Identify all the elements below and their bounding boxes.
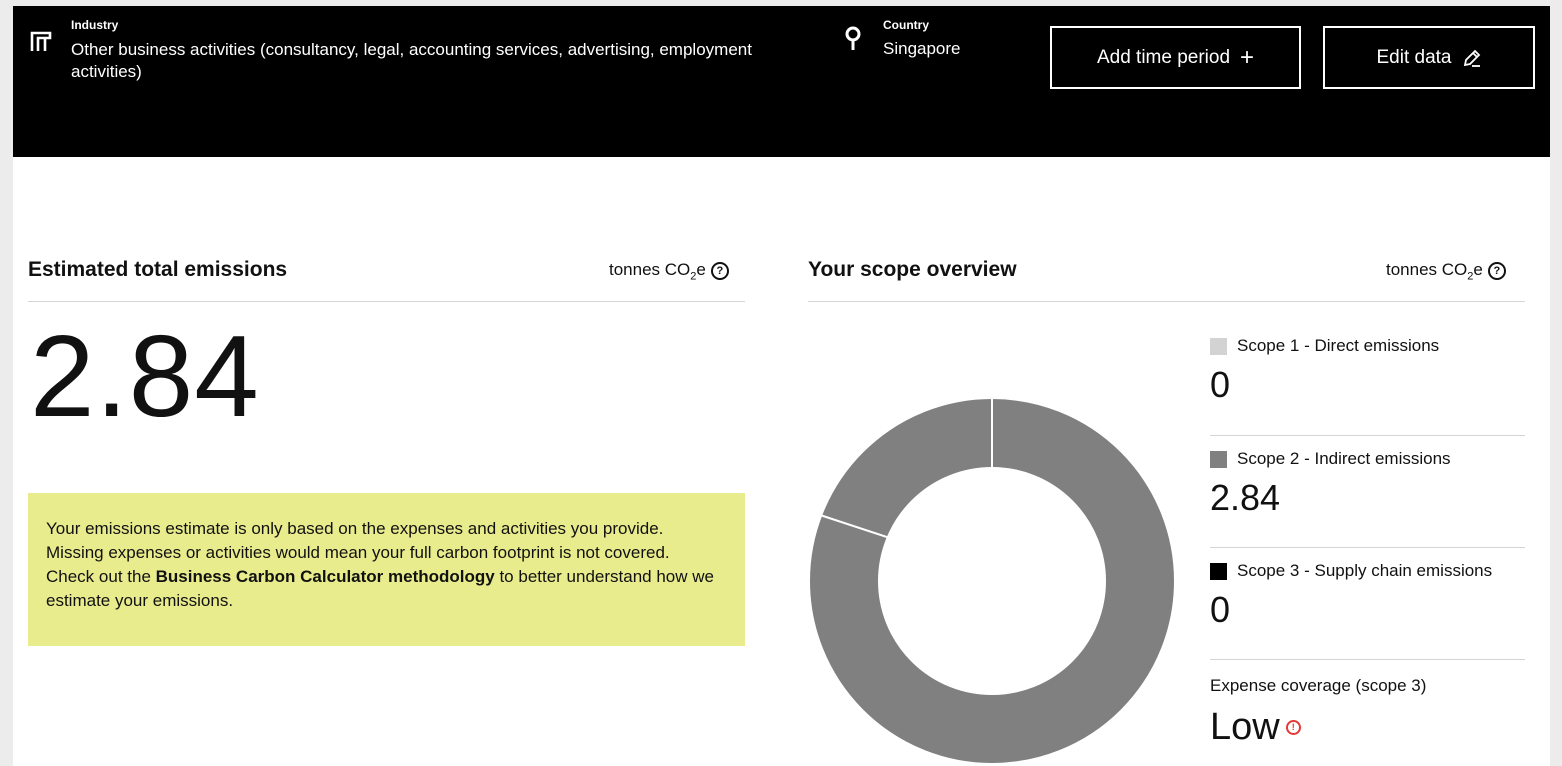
- pencil-icon: [1463, 49, 1480, 67]
- scope-1-value: 0: [1210, 364, 1231, 405]
- scope-3-value: 0: [1210, 589, 1231, 630]
- industry-value: Other business activities (consultancy, …: [71, 40, 752, 81]
- emissions-unit: tonnes CO2e ?: [609, 260, 729, 282]
- expense-coverage-value: Low: [1210, 706, 1280, 748]
- scope-1-row: Scope 1 - Direct emissions: [1210, 336, 1525, 356]
- scope-3-label: Scope 3 - Supply chain emissions: [1237, 561, 1493, 580]
- country-value: Singapore: [883, 39, 961, 58]
- scope-2-swatch: [1210, 450, 1227, 468]
- scope-title: Your scope overview: [808, 258, 1017, 281]
- industry-label: Industry: [71, 18, 119, 32]
- edit-data-label: Edit data: [1376, 46, 1452, 68]
- scope-divider-3: [1210, 659, 1525, 660]
- expense-coverage: Expense coverage (scope 3) Low !: [1210, 676, 1525, 749]
- exclamation-circle-icon[interactable]: !: [1285, 720, 1301, 735]
- scope-unit-suffix: e: [1473, 260, 1483, 279]
- scope-1-item: Scope 1 - Direct emissions 0: [1210, 336, 1525, 406]
- edit-data-button[interactable]: Edit data: [1323, 26, 1535, 89]
- add-time-period-button[interactable]: Add time period +: [1050, 26, 1301, 89]
- expense-coverage-label: Expense coverage (scope 3): [1210, 676, 1427, 695]
- scope-2-label: Scope 2 - Indirect emissions: [1237, 449, 1451, 468]
- total-emissions-value: 2.84: [30, 311, 260, 441]
- scope-unit: tonnes CO2e ?: [1386, 260, 1506, 282]
- scope-3-swatch: [1210, 562, 1227, 580]
- scope-unit-prefix: tonnes CO: [1386, 260, 1468, 279]
- header-bar: Industry Other business activities (cons…: [13, 6, 1550, 157]
- scope-1-label: Scope 1 - Direct emissions: [1237, 336, 1440, 355]
- emissions-unit-suffix: e: [696, 260, 706, 279]
- emissions-note: Your emissions estimate is only based on…: [28, 493, 745, 646]
- scope-divider: [808, 301, 1525, 302]
- country-label: Country: [883, 18, 929, 32]
- scope-3-item: Scope 3 - Supply chain emissions 0: [1210, 561, 1525, 631]
- location-pin-icon: [845, 26, 861, 50]
- plus-icon: +: [1240, 43, 1255, 71]
- question-circle-icon[interactable]: ?: [1487, 262, 1506, 281]
- scope-divider-1: [1210, 435, 1525, 436]
- scope-2-value: 2.84: [1210, 477, 1281, 518]
- scope-divider-2: [1210, 547, 1525, 548]
- methodology-link[interactable]: Business Carbon Calculator methodology: [156, 567, 495, 586]
- building-icon: [30, 31, 52, 51]
- donut-ring: [810, 399, 1174, 763]
- scope-2-item: Scope 2 - Indirect emissions 2.84: [1210, 449, 1525, 519]
- question-circle-icon[interactable]: ?: [710, 262, 729, 281]
- emissions-unit-prefix: tonnes CO: [609, 260, 691, 279]
- dashboard-panel: Industry Other business activities (cons…: [13, 6, 1550, 766]
- expense-coverage-row: Low !: [1210, 706, 1525, 749]
- scope-1-swatch: [1210, 337, 1227, 355]
- scope-2-row: Scope 2 - Indirect emissions: [1210, 449, 1525, 469]
- emissions-divider: [28, 301, 745, 302]
- emissions-title: Estimated total emissions: [28, 258, 288, 281]
- scope-donut-chart: [810, 391, 1174, 763]
- add-time-period-label: Add time period: [1096, 46, 1231, 68]
- scope-3-row: Scope 3 - Supply chain emissions: [1210, 561, 1525, 581]
